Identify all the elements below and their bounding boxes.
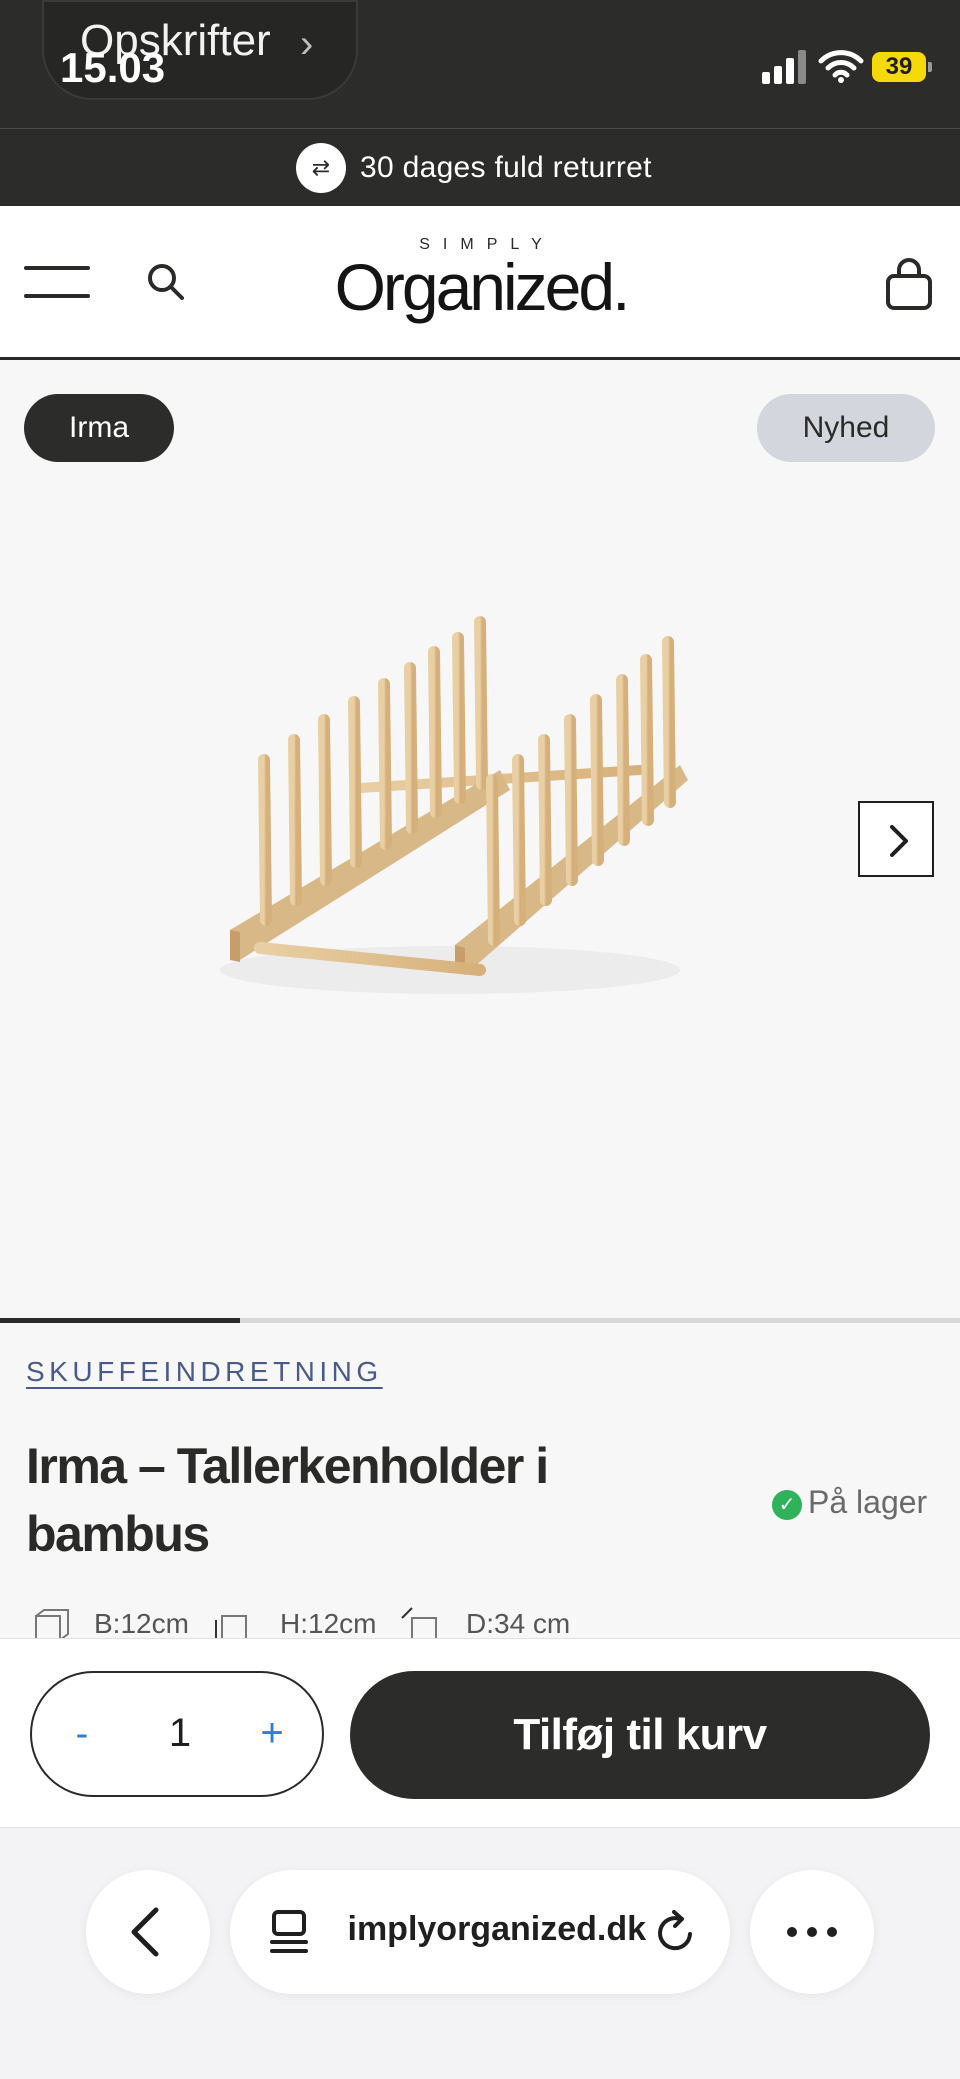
browser-back-button[interactable] [86, 1870, 210, 1994]
stock-status: ✓ På lager [772, 1484, 927, 1521]
product-gallery[interactable]: Irma Nyhed [0, 360, 960, 1323]
site-header: SIMPLY Organized. [0, 206, 960, 360]
search-icon[interactable] [144, 260, 188, 304]
next-image-button[interactable] [858, 801, 934, 877]
browser-toolbar: simplyorganized.dk [0, 1828, 960, 2079]
dimensions-row: B:12cm H:12cm D:34 cm [32, 1600, 932, 1640]
return-arrows-icon: ⇄ [296, 143, 346, 193]
product-title: Irma – Tallerkenholder i bambus [26, 1438, 549, 1562]
url-text: simplyorganized.dk [346, 1910, 646, 1948]
more-options-button[interactable] [750, 1870, 874, 1994]
shopping-bag-icon[interactable] [884, 256, 934, 312]
signal-icon [762, 50, 806, 84]
site-logo[interactable]: SIMPLY Organized. [326, 236, 636, 320]
chevron-left-icon [131, 1907, 159, 1957]
battery-level: 39 [885, 53, 913, 80]
tabs-icon [270, 1910, 308, 1953]
check-circle-icon: ✓ [772, 1490, 802, 1520]
quantity-value[interactable]: 1 [152, 1711, 208, 1756]
promo-text: 30 dages fuld returret [360, 151, 652, 184]
depth-box-icon [401, 1607, 437, 1640]
gallery-progress-fill [0, 1318, 240, 1323]
decrease-quantity-button[interactable]: - [62, 1713, 102, 1756]
height-box-icon [215, 1615, 247, 1640]
quantity-stepper[interactable]: - 1 + [30, 1671, 324, 1797]
dimension-height: H:12cm [280, 1608, 377, 1639]
address-bar[interactable]: simplyorganized.dk [230, 1870, 730, 1994]
add-to-cart-button[interactable]: Tilføj til kurv [350, 1671, 930, 1799]
add-to-cart-bar: - 1 + Tilføj til kurv [0, 1638, 960, 1828]
chevron-right-icon [890, 825, 908, 857]
clock: 15.03 [60, 44, 166, 91]
product-image [220, 616, 688, 994]
status-bar: Opskrifter › 15.03 39 [0, 0, 960, 128]
dimension-width: B:12cm [94, 1608, 189, 1639]
product-page: Opskrifter › 15.03 39 ⇄ 30 dages fuld re… [0, 0, 960, 2079]
width-box-icon [35, 1609, 69, 1640]
wifi-icon [818, 50, 864, 83]
battery-indicator: 39 [872, 52, 932, 82]
gallery-progress-bar [0, 1318, 960, 1323]
chevron-right-icon: › [300, 22, 314, 66]
stock-label: På lager [808, 1484, 928, 1520]
menu-icon[interactable] [24, 262, 90, 302]
logo-main-text: Organized. [334, 250, 631, 324]
promo-bar: ⇄ 30 dages fuld returret [0, 128, 960, 206]
ellipsis-icon [787, 1927, 837, 1937]
reload-icon[interactable] [650, 1906, 702, 1958]
category-link[interactable]: SKUFFEINDRETNING [26, 1356, 383, 1388]
new-tag: Nyhed [757, 394, 935, 462]
increase-quantity-button[interactable]: + [252, 1711, 292, 1756]
brand-tag: Irma [24, 394, 174, 462]
dimension-depth: D:34 cm [466, 1608, 571, 1639]
